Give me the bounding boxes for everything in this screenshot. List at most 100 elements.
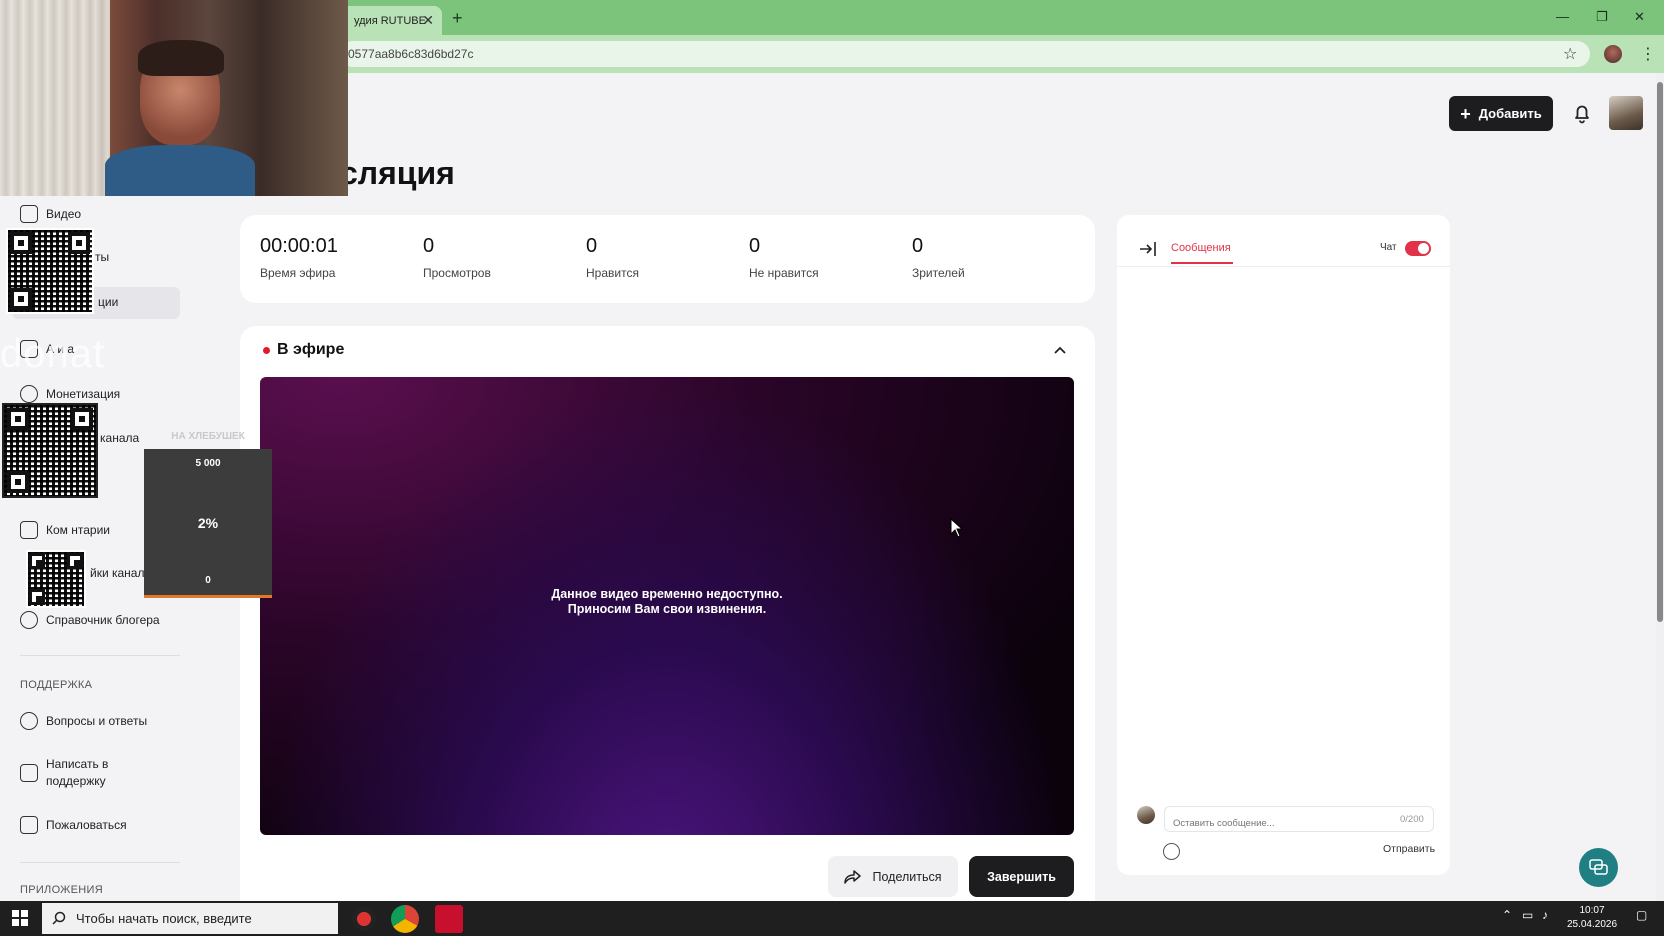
bookmark-star-icon[interactable]: ☆	[1563, 44, 1577, 64]
sidebar-item-playlists[interactable]: ты	[95, 250, 109, 264]
sidebar-item-comments[interactable]: Ком нтарии	[20, 521, 110, 539]
chat-toggle-label: Чат	[1380, 242, 1397, 253]
chat-bubbles-icon	[1589, 859, 1608, 875]
browser-profile-avatar[interactable]	[1604, 45, 1622, 63]
search-icon	[52, 911, 66, 925]
emoji-icon[interactable]	[1163, 843, 1180, 860]
browser-tab-title: удия RUTUBE	[354, 14, 426, 27]
scrollbar-thumb[interactable]	[1657, 82, 1663, 622]
sidebar-item-contact-support[interactable]: Написать в поддержку	[20, 756, 116, 790]
chat-message-input[interactable]	[1164, 806, 1434, 832]
sidebar-item-label: Вопросы и ответы	[46, 714, 148, 728]
share-button[interactable]: Поделиться	[828, 856, 958, 897]
stat-likes: 0 Нравится	[586, 235, 639, 280]
end-stream-button[interactable]: Завершить	[969, 856, 1074, 897]
stat-value: 0	[912, 235, 924, 257]
app-icon[interactable]	[435, 905, 463, 933]
stat-viewers: 0 Зрителей	[912, 235, 965, 280]
close-tab-icon[interactable]: ✕	[422, 12, 434, 29]
flag-icon	[20, 816, 38, 834]
chevron-up-icon[interactable]	[1052, 342, 1068, 358]
sidebar-item-channel[interactable]: канала	[100, 431, 139, 445]
chat-panel	[1117, 215, 1450, 875]
qr-code-image	[26, 550, 86, 608]
sidebar-item-faq[interactable]: Вопросы и ответы	[20, 712, 147, 730]
stat-label: Просмотров	[423, 266, 491, 280]
video-icon	[20, 205, 38, 223]
mail-icon	[20, 764, 38, 782]
video-player[interactable]: Данное видео временно недоступно. Принос…	[260, 377, 1074, 835]
webcam-curtain	[0, 0, 110, 196]
sidebar-item-report[interactable]: Пожаловаться	[20, 816, 127, 834]
live-title: В эфире	[277, 341, 345, 358]
player-message-line-2: Приносим Вам свои извинения.	[567, 602, 767, 616]
question-icon	[20, 712, 38, 730]
new-tab-icon[interactable]: +	[452, 8, 463, 29]
chat-toggle[interactable]	[1405, 241, 1431, 256]
tab-messages[interactable]: Сообщения	[1171, 242, 1231, 254]
sidebar-item-label: ции	[98, 295, 119, 309]
info-icon	[20, 611, 38, 629]
sidebar-item-blogger-guide[interactable]: Справочник блогера	[20, 611, 160, 629]
donation-goal-min: 0	[205, 575, 211, 586]
tab-underline	[1171, 262, 1233, 264]
volume-icon[interactable]: ♪	[1542, 908, 1548, 922]
window-close-icon[interactable]: ✕	[1634, 9, 1645, 25]
sidebar-item-label: Ком нтарии	[46, 523, 110, 537]
user-avatar[interactable]	[1609, 96, 1643, 130]
stat-value: 0	[586, 235, 598, 257]
chrome-app-icon[interactable]	[391, 905, 419, 933]
apps-section-label: ПРИЛОЖЕНИЯ	[20, 884, 103, 896]
stat-air-time: 00:00:01 Время эфира	[260, 235, 338, 280]
taskbar-clock[interactable]: 10:07 25.04.2026	[1562, 904, 1622, 932]
chat-user-avatar	[1137, 806, 1155, 824]
live-indicator-dot	[263, 347, 270, 354]
qr-code-image	[2, 403, 98, 498]
donation-goal-percent: 2%	[197, 515, 219, 531]
notifications-icon[interactable]: ▢	[1636, 908, 1647, 922]
network-icon[interactable]: ▭	[1522, 908, 1533, 922]
sidebar-item-label: Справочник блогера	[46, 613, 160, 627]
sidebar-divider	[20, 655, 180, 656]
stat-label: Время эфира	[260, 266, 336, 280]
bell-icon[interactable]	[1570, 101, 1594, 125]
ruble-icon	[20, 385, 38, 403]
donation-goal-max: 5 000	[195, 458, 221, 469]
restore-icon[interactable]: ❐	[1596, 9, 1608, 25]
share-icon	[844, 869, 862, 884]
obs-app-icon[interactable]	[350, 905, 378, 933]
taskbar-search[interactable]: Чтобы начать поиск, введите	[42, 903, 338, 934]
sidebar-item-monetization[interactable]: Монетизация	[20, 385, 120, 403]
webcam-person-hair	[138, 40, 224, 76]
support-chat-button[interactable]	[1579, 848, 1618, 887]
browser-menu-icon[interactable]: ⋮	[1640, 44, 1656, 64]
sidebar-item-label: Монетизация	[46, 387, 121, 401]
minimize-icon[interactable]: —	[1556, 9, 1569, 24]
sidebar-item-label: ты	[95, 250, 110, 264]
sidebar-item-video[interactable]: Видео	[20, 205, 81, 223]
sidebar-item-label: Написать в поддержку	[46, 757, 109, 788]
donation-goal-title: НА ХЛЕБУШЕК	[171, 431, 245, 442]
support-section-label: ПОДДЕРЖКА	[20, 679, 93, 691]
clock-date: 25.04.2026	[1566, 919, 1618, 930]
address-bar[interactable]: 0577aa8b6c83d6bd27c	[340, 41, 1590, 67]
share-button-label: Поделиться	[872, 869, 942, 884]
plus-icon: +	[1460, 103, 1471, 124]
stat-views: 0 Просмотров	[423, 235, 491, 280]
sidebar-item-label: Пожаловаться	[46, 818, 127, 832]
stat-label: Зрителей	[912, 266, 965, 280]
player-message-line-1: Данное видео временно недоступно.	[551, 587, 783, 601]
send-button[interactable]: Отправить	[1383, 843, 1435, 855]
stat-value: 0	[423, 235, 435, 257]
sidebar-item-channel-settings[interactable]: йки канал	[90, 566, 144, 580]
comments-icon	[20, 521, 38, 539]
add-button[interactable]: + Добавить	[1449, 96, 1553, 131]
windows-start-icon[interactable]	[12, 910, 28, 926]
tray-chevron-icon[interactable]: ⌃	[1502, 908, 1512, 922]
add-button-label: Добавить	[1478, 106, 1542, 121]
sidebar-divider	[20, 862, 180, 863]
sidebar-item-label: Видео	[46, 207, 82, 221]
sidebar-item-broadcasts[interactable]: ции	[98, 295, 118, 309]
clock-time: 10:07	[1579, 905, 1605, 916]
collapse-panel-icon[interactable]	[1138, 240, 1158, 258]
